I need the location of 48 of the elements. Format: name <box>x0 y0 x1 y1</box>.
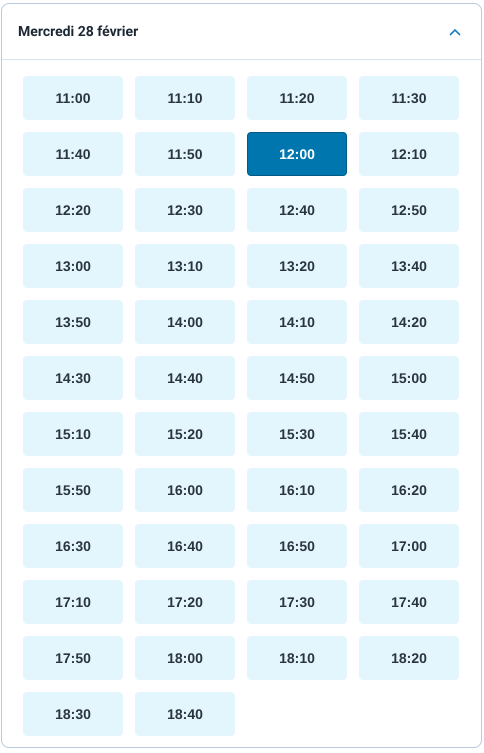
time-slot[interactable]: 13:10 <box>135 244 235 288</box>
time-slot[interactable]: 16:30 <box>23 524 123 568</box>
time-slot[interactable]: 16:00 <box>135 468 235 512</box>
time-slot[interactable]: 12:20 <box>23 188 123 232</box>
time-slot[interactable]: 12:50 <box>359 188 459 232</box>
time-slot[interactable]: 12:10 <box>359 132 459 176</box>
time-slot[interactable]: 15:10 <box>23 412 123 456</box>
time-slot[interactable]: 14:50 <box>247 356 347 400</box>
time-slot[interactable]: 18:30 <box>23 692 123 736</box>
day-title: Mercredi 28 février <box>18 24 138 40</box>
time-slot[interactable]: 12:00 <box>247 132 347 176</box>
time-slot[interactable]: 16:20 <box>359 468 459 512</box>
time-slot[interactable]: 18:20 <box>359 636 459 680</box>
time-slot[interactable]: 11:30 <box>359 76 459 120</box>
time-slot[interactable]: 11:00 <box>23 76 123 120</box>
time-slot[interactable]: 16:10 <box>247 468 347 512</box>
time-slot[interactable]: 18:00 <box>135 636 235 680</box>
time-slot[interactable]: 18:10 <box>247 636 347 680</box>
time-slot[interactable]: 15:00 <box>359 356 459 400</box>
time-slot[interactable]: 11:50 <box>135 132 235 176</box>
time-slot[interactable]: 11:40 <box>23 132 123 176</box>
time-slot[interactable]: 14:20 <box>359 300 459 344</box>
time-slot[interactable]: 17:50 <box>23 636 123 680</box>
time-slot[interactable]: 12:30 <box>135 188 235 232</box>
time-slot[interactable]: 18:40 <box>135 692 235 736</box>
time-slot[interactable]: 13:20 <box>247 244 347 288</box>
time-slot[interactable]: 15:40 <box>359 412 459 456</box>
time-slot[interactable]: 16:40 <box>135 524 235 568</box>
time-slot[interactable]: 17:20 <box>135 580 235 624</box>
time-slot[interactable]: 14:00 <box>135 300 235 344</box>
time-slot[interactable]: 15:30 <box>247 412 347 456</box>
time-slot[interactable]: 12:40 <box>247 188 347 232</box>
time-slot[interactable]: 11:20 <box>247 76 347 120</box>
time-slot[interactable]: 13:50 <box>23 300 123 344</box>
time-slot[interactable]: 13:40 <box>359 244 459 288</box>
time-slot[interactable]: 16:50 <box>247 524 347 568</box>
time-slot[interactable]: 15:50 <box>23 468 123 512</box>
time-slot[interactable]: 11:10 <box>135 76 235 120</box>
time-slot[interactable]: 14:10 <box>247 300 347 344</box>
time-slot[interactable]: 14:40 <box>135 356 235 400</box>
time-slot[interactable]: 17:30 <box>247 580 347 624</box>
time-slot[interactable]: 17:10 <box>23 580 123 624</box>
time-slot[interactable]: 17:00 <box>359 524 459 568</box>
time-slot[interactable]: 17:40 <box>359 580 459 624</box>
time-slot[interactable]: 13:00 <box>23 244 123 288</box>
time-slot[interactable]: 14:30 <box>23 356 123 400</box>
time-slot[interactable]: 15:20 <box>135 412 235 456</box>
chevron-icon <box>449 28 461 36</box>
